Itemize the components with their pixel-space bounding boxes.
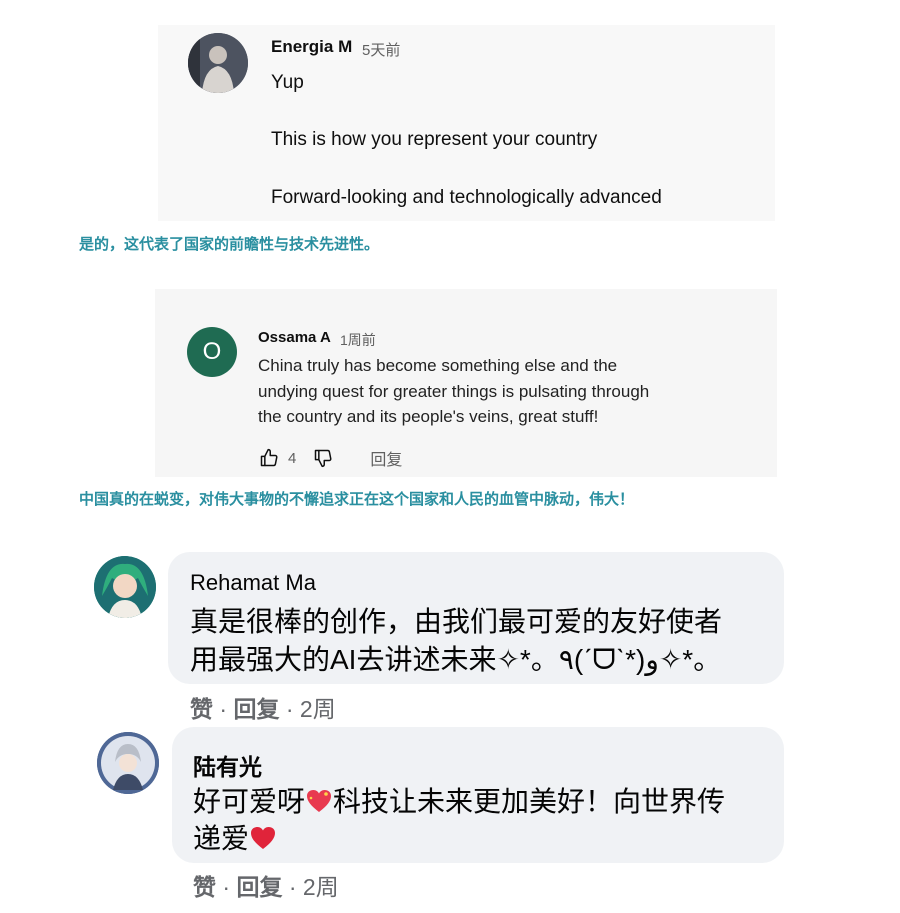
comment-text-line: This is how you represent your country <box>271 129 598 150</box>
translation-text: 中国真的在蜕变，对伟大事物的不懈追求正在这个国家和人民的血管中脉动，伟大！ <box>79 491 635 508</box>
heart-icon <box>249 825 277 858</box>
avatar[interactable] <box>188 33 248 93</box>
thumbs-up-icon[interactable] <box>258 447 280 469</box>
sparkling-heart-icon <box>305 788 333 821</box>
separator: · <box>279 696 300 722</box>
comment-actions: 4 回复 <box>258 447 402 469</box>
comment-time: 5天前 <box>362 42 401 59</box>
comment-text-line: China truly has become something else an… <box>258 356 618 375</box>
separator: · <box>282 874 303 900</box>
separator: · <box>216 874 237 900</box>
reply-button[interactable]: 回复 <box>370 446 402 470</box>
avatar[interactable] <box>97 732 159 794</box>
like-button[interactable]: 赞 <box>190 696 213 722</box>
comment-author[interactable]: Ossama A <box>258 329 331 346</box>
comment-text-part: 好可爱呀 <box>193 786 306 817</box>
comment-text-part: 科技让未来更加美好！向世界传 <box>333 786 726 817</box>
comment-text-line: undying quest for greater things is puls… <box>258 382 650 401</box>
comment-author[interactable]: Rehamat Ma <box>190 570 316 596</box>
comment-time[interactable]: 2周 <box>303 874 339 900</box>
comment-author[interactable]: 陆有光 <box>193 748 262 782</box>
like-button[interactable]: 赞 <box>193 874 216 900</box>
comment-text-line: Forward-looking and technologically adva… <box>271 187 662 208</box>
comment-text-line: 递爱 <box>193 817 277 858</box>
comment-text-line: Yup <box>271 72 304 93</box>
reply-button[interactable]: 回复 <box>236 874 282 900</box>
comment-card-energia: Energia M 5天前 Yup This is how you repres… <box>158 25 775 221</box>
comment-text-line: 真是很棒的创作，由我们最可爱的友好使者 <box>190 606 723 637</box>
separator: · <box>213 696 234 722</box>
comment-card-ossama: O Ossama A 1周前 China truly has become so… <box>155 289 777 477</box>
comment-time[interactable]: 2周 <box>300 696 336 722</box>
comment-text-line: 好可爱呀 科技让未来更加美好！向世界传 <box>193 780 725 821</box>
avatar[interactable] <box>94 556 156 618</box>
comment-text-line: 用最强大的AI去讲述未来✧*。٩(ˊᗜˋ*)و✧*。 <box>190 644 722 675</box>
comment-meta: 赞 · 回复 · 2周 <box>193 868 339 902</box>
like-count: 4 <box>288 449 297 467</box>
comment-text-part: 递爱 <box>193 823 250 854</box>
translation-text: 是的，这代表了国家的前瞻性与技术先进性。 <box>79 236 380 253</box>
comment-author[interactable]: Energia M <box>271 37 352 57</box>
comment-time: 1周前 <box>340 332 376 348</box>
reply-button[interactable]: 回复 <box>233 696 279 722</box>
thumbs-down-icon[interactable] <box>312 447 334 469</box>
avatar[interactable]: O <box>187 327 237 377</box>
comment-meta: 赞 · 回复 · 2周 <box>190 690 336 724</box>
comment-text-line: the country and its people's veins, grea… <box>258 407 599 426</box>
